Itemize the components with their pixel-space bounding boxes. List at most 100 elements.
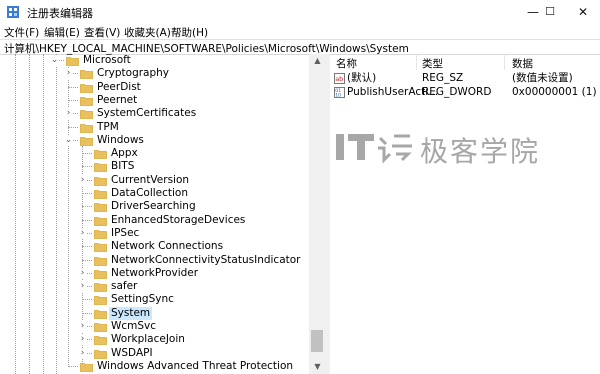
tree-node-label[interactable]: Cryptography bbox=[95, 67, 171, 80]
tree-node[interactable]: ⌄ Microsoft bbox=[0, 54, 309, 67]
tree-node[interactable]: › WSDAPI bbox=[0, 347, 309, 360]
folder-icon bbox=[80, 96, 93, 106]
tree-node[interactable]: NetworkConnectivityStatusIndicator bbox=[0, 254, 309, 267]
tree-node-label[interactable]: SettingSync bbox=[109, 293, 176, 306]
value-row[interactable]: 01 10 PublishUserActi... REG_DWORD 0x000… bbox=[330, 86, 600, 99]
tree-node[interactable]: System bbox=[0, 306, 309, 320]
scroll-thumb[interactable] bbox=[311, 330, 323, 352]
tree-node[interactable]: › IPSec bbox=[0, 227, 309, 240]
values-pane[interactable]: 名称 类型 数据 ab (默认) REG_SZ (数值未设置) 01 10 Pu… bbox=[330, 54, 600, 374]
tree-node-label[interactable]: NetworkProvider bbox=[109, 267, 200, 280]
tree-node-label[interactable]: EnhancedStorageDevices bbox=[109, 214, 247, 227]
tree-node-label[interactable]: DataCollection bbox=[109, 187, 190, 200]
chevron-right-icon[interactable]: › bbox=[64, 68, 73, 80]
chevron-right-icon[interactable]: › bbox=[78, 281, 87, 293]
close-button[interactable]: ✕ bbox=[568, 0, 598, 24]
tree-node-label[interactable]: SystemCertificates bbox=[95, 107, 198, 120]
chevron-right-icon[interactable]: › bbox=[78, 267, 87, 279]
tree-node[interactable]: › SystemCertificates bbox=[0, 107, 309, 120]
menu-view[interactable]: 查看(V) bbox=[84, 25, 120, 40]
chevron-right-icon[interactable]: › bbox=[78, 321, 87, 332]
folder-icon bbox=[94, 190, 107, 199]
tree-node-label[interactable]: PeerDist bbox=[95, 81, 143, 94]
tree-node-label[interactable]: DriverSearching bbox=[109, 200, 198, 213]
tree-node[interactable]: › WorkplaceJoin bbox=[0, 333, 309, 346]
tree-node[interactable]: Appx bbox=[0, 147, 309, 160]
tree-node[interactable]: Peernet bbox=[0, 94, 309, 107]
folder-icon bbox=[80, 110, 93, 120]
tree-guide bbox=[82, 246, 92, 248]
tree-node-label[interactable]: CurrentVersion bbox=[109, 174, 191, 187]
column-header-name[interactable]: 名称 bbox=[336, 56, 357, 71]
tree-node-label[interactable]: BITS bbox=[109, 160, 136, 173]
tree-guide bbox=[68, 99, 78, 101]
tree-node[interactable]: DataCollection bbox=[0, 187, 309, 200]
tree-node-label[interactable]: Peernet bbox=[95, 94, 139, 107]
chevron-down-icon[interactable]: ⌄ bbox=[64, 134, 73, 146]
tree-node-label[interactable]: TPM bbox=[95, 121, 121, 134]
scroll-down-icon[interactable]: ▼ bbox=[309, 360, 326, 374]
tree-node[interactable]: › CurrentVersion bbox=[0, 174, 309, 187]
menu-file[interactable]: 文件(F) bbox=[4, 25, 39, 40]
column-header-type[interactable]: 类型 bbox=[422, 56, 443, 71]
value-type: REG_DWORD bbox=[422, 86, 492, 98]
svg-text:ab: ab bbox=[335, 75, 343, 83]
tree-node-label[interactable]: Microsoft bbox=[81, 54, 133, 67]
tree-node[interactable]: › NetworkProvider bbox=[0, 267, 309, 280]
tree-node[interactable]: DriverSearching bbox=[0, 200, 309, 213]
tree-node[interactable]: ⌄ Windows bbox=[0, 134, 309, 147]
folder-open-icon bbox=[66, 57, 79, 66]
chevron-right-icon[interactable]: › bbox=[78, 347, 87, 359]
tree-node-label[interactable]: Windows Advanced Threat Protection bbox=[95, 360, 295, 373]
tree-node-label[interactable]: NetworkConnectivityStatusIndicator bbox=[109, 254, 303, 267]
value-name: (默认) bbox=[347, 72, 377, 84]
tree-node[interactable]: BITS bbox=[0, 160, 309, 173]
chevron-right-icon[interactable]: › bbox=[78, 227, 87, 239]
chevron-right-icon[interactable]: › bbox=[64, 108, 73, 120]
svg-text:10: 10 bbox=[335, 93, 341, 99]
tree-node[interactable]: Windows Advanced Threat Protection bbox=[0, 360, 309, 373]
menu-help[interactable]: 帮助(H) bbox=[171, 25, 208, 40]
scroll-up-icon[interactable]: ▲ bbox=[309, 54, 326, 68]
menu-favorites[interactable]: 收藏夹(A) bbox=[124, 25, 171, 40]
tree-node-label[interactable]: IPSec bbox=[109, 227, 141, 240]
tree-node[interactable]: EnhancedStorageDevices bbox=[0, 214, 309, 227]
tree-node[interactable]: › safer bbox=[0, 280, 309, 293]
tree-node-label[interactable]: WorkplaceJoin bbox=[109, 333, 187, 346]
column-separator[interactable] bbox=[416, 54, 417, 70]
tree-node-label[interactable]: Network Connections bbox=[109, 240, 225, 253]
tree-guide bbox=[82, 166, 92, 168]
tree-node[interactable]: SettingSync bbox=[0, 293, 309, 306]
tree-scrollbar[interactable]: ▲ ▼ bbox=[309, 54, 326, 374]
folder-icon bbox=[94, 349, 107, 359]
column-header-data[interactable]: 数据 bbox=[512, 56, 533, 71]
chevron-down-icon[interactable]: ⌄ bbox=[50, 55, 59, 66]
tree-node[interactable]: PeerDist bbox=[0, 81, 309, 94]
string-value-icon: ab bbox=[334, 73, 345, 84]
chevron-right-icon[interactable]: › bbox=[78, 174, 87, 186]
tree-node-label[interactable]: safer bbox=[109, 280, 139, 293]
tree-node[interactable]: › WcmSvc bbox=[0, 320, 309, 333]
folder-icon bbox=[94, 323, 107, 332]
tree-node[interactable]: › Cryptography bbox=[0, 67, 309, 80]
maximize-button[interactable]: ☐ bbox=[535, 0, 565, 24]
key-tree[interactable]: ⌄ Microsoft › Cryptography PeerDist Peernet › S… bbox=[0, 54, 327, 374]
tree-node-label[interactable]: WcmSvc bbox=[109, 320, 158, 333]
folder-icon bbox=[94, 203, 107, 213]
tree-node[interactable]: Network Connections bbox=[0, 240, 309, 253]
tree-guide bbox=[82, 206, 92, 208]
chevron-right-icon[interactable]: › bbox=[78, 334, 87, 346]
column-separator[interactable] bbox=[504, 54, 505, 70]
tree-node-label[interactable]: Windows bbox=[95, 134, 146, 147]
tree-guide bbox=[82, 312, 92, 314]
menu-edit[interactable]: 编辑(E) bbox=[44, 25, 80, 40]
tree-guide bbox=[82, 299, 92, 301]
tree-node-label[interactable]: System bbox=[109, 306, 153, 320]
folder-icon bbox=[80, 83, 93, 93]
value-row[interactable]: ab (默认) REG_SZ (数值未设置) bbox=[330, 72, 600, 85]
tree-node-label[interactable]: Appx bbox=[109, 147, 140, 160]
folder-icon bbox=[80, 362, 93, 372]
tree-node-label[interactable]: WSDAPI bbox=[109, 347, 155, 360]
tree-node[interactable]: TPM bbox=[0, 121, 309, 134]
address-bar[interactable]: 计算机\HKEY_LOCAL_MACHINE\SOFTWARE\Policies… bbox=[0, 39, 600, 55]
